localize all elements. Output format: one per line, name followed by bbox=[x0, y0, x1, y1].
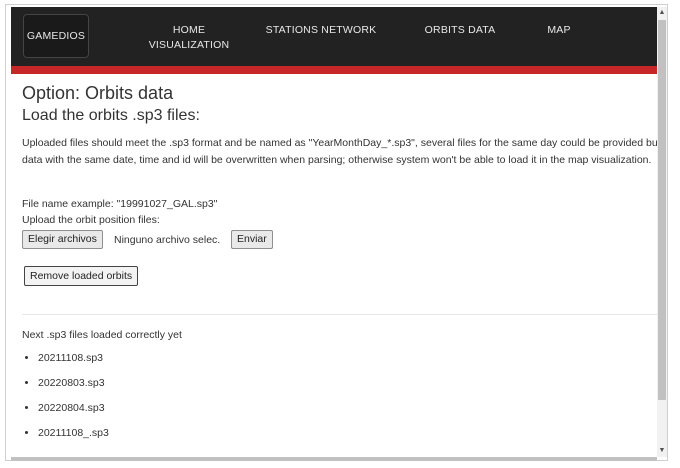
loaded-files-heading: Next .sp3 files loaded correctly yet bbox=[22, 329, 182, 341]
nav-item-label-line2: VISUALIZATION bbox=[148, 39, 230, 51]
list-item: 20211108.sp3 bbox=[38, 350, 109, 375]
nav-brand-label: GAMEDIOS bbox=[26, 29, 86, 42]
choose-files-button[interactable]: Elegir archivos bbox=[22, 230, 103, 249]
scroll-down-icon[interactable]: ▼ bbox=[657, 445, 667, 457]
file-name-example: File name example: "19991027_GAL.sp3" bbox=[22, 198, 218, 210]
send-button[interactable]: Enviar bbox=[231, 230, 273, 249]
nav-item-label: STATIONS NETWORK bbox=[265, 24, 377, 36]
nav-item-home-visualization[interactable]: HOME VISUALIZATION bbox=[147, 23, 231, 53]
main-content: Option: Orbits data Load the orbits .sp3… bbox=[22, 74, 657, 456]
remove-loaded-orbits-button[interactable]: Remove loaded orbits bbox=[24, 266, 139, 286]
top-navbar: GAMEDIOS HOME VISUALIZATION STATIONS NET… bbox=[11, 7, 657, 66]
nav-brand-gamedios[interactable]: GAMEDIOS bbox=[23, 14, 89, 58]
nav-item-map[interactable]: MAP bbox=[539, 23, 579, 38]
upload-instructions: Uploaded files should meet the .sp3 form… bbox=[22, 137, 657, 166]
nav-item-label: ORBITS DATA bbox=[424, 24, 496, 36]
horizontal-scrollbar[interactable] bbox=[11, 457, 657, 461]
list-item: 20220803.sp3 bbox=[38, 375, 109, 400]
accent-bar bbox=[11, 66, 657, 74]
section-divider bbox=[22, 314, 657, 315]
list-item: 20220804.sp3 bbox=[38, 400, 109, 425]
section-title: Load the orbits .sp3 files: bbox=[22, 107, 200, 124]
upload-label: Upload the orbit position files: bbox=[22, 214, 160, 226]
scroll-up-icon[interactable]: ▲ bbox=[657, 7, 667, 19]
page-title: Option: Orbits data bbox=[22, 83, 174, 103]
nav-item-label-line1: HOME bbox=[172, 24, 206, 36]
loaded-files-list: 20211108.sp3 20220803.sp3 20220804.sp3 2… bbox=[22, 350, 109, 450]
list-item: 20211108_.sp3 bbox=[38, 425, 109, 450]
nav-item-stations-network[interactable]: STATIONS NETWORK bbox=[261, 23, 381, 38]
nav-item-label: MAP bbox=[547, 24, 571, 36]
nav-item-orbits-data[interactable]: ORBITS DATA bbox=[419, 23, 501, 38]
vertical-scrollbar-thumb[interactable] bbox=[658, 20, 666, 400]
no-file-selected-text: Ninguno archivo selec. bbox=[114, 234, 221, 246]
